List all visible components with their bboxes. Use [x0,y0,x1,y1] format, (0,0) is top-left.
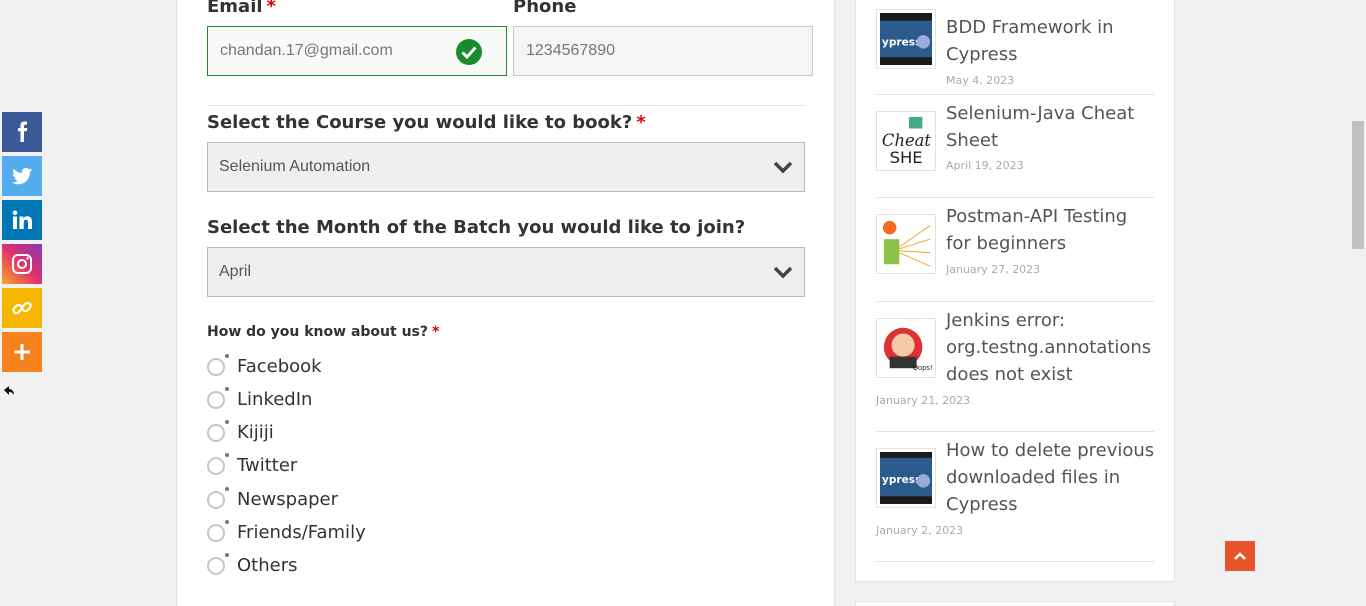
svg-text:Cheat: Cheat [882,131,931,150]
month-select[interactable]: April [207,247,805,297]
post-title[interactable]: How to delete previous downloaded files … [946,437,1156,518]
post-title[interactable]: Jenkins error: org.testng.annotations do… [946,307,1156,388]
post-title[interactable]: Postman-API Testing for beginners [946,203,1156,257]
valid-check-icon [456,39,482,65]
post-item: ypress How to delete previous downloaded… [876,432,1154,562]
post-title[interactable]: BDD Framework in Cypress [946,14,1156,68]
post-thumbnail[interactable]: ypress [876,448,936,508]
radio-button[interactable] [207,353,229,376]
radio-option-twitter[interactable]: Twitter [207,452,297,476]
copy-link-button[interactable] [2,288,42,328]
month-label: Select the Month of the Batch you would … [207,217,746,238]
post-item: ypress BDD Framework in Cypress May 4, 2… [876,9,1154,95]
post-item: Postman-API Testing for beginners Januar… [876,198,1154,302]
svg-text:ypress: ypress [882,474,921,486]
next-widget [855,601,1175,606]
radio-option-others[interactable]: Others [207,552,298,576]
post-item: Cheat SHE Selenium-Java Cheat Sheet April… [876,95,1154,198]
course-label: Select the Course you would like to book… [207,112,646,133]
twitter-icon [12,167,32,185]
copy-link-icon [12,301,32,315]
post-thumbnail[interactable]: Cheat SHE [876,111,936,171]
cheat-sheet-thumbnail-image: CheatSHE [880,115,932,167]
facebook-share-button[interactable] [2,112,42,152]
cypress-thumbnail-image: ypress [880,13,932,65]
booking-form: Email * Phone chandan.17@gmail.com 123456… [176,0,835,606]
chevron-down-icon [773,161,793,174]
radio-button[interactable] [207,552,229,575]
instagram-icon [12,254,32,274]
post-date: January 21, 2023 [876,394,971,407]
post-title[interactable]: Selenium-Java Cheat Sheet [946,100,1156,154]
radio-option-facebook[interactable]: Facebook [207,353,322,377]
jenkins-thumbnail-image: Oops! [880,322,933,374]
radio-button[interactable] [207,486,229,509]
post-date: January 2, 2023 [876,524,964,537]
email-field[interactable]: chandan.17@gmail.com [207,26,507,76]
facebook-icon [18,121,28,142]
back-to-top-button[interactable] [1225,541,1255,571]
chevron-up-icon [1234,552,1246,560]
radio-option-newspaper[interactable]: Newspaper [207,486,338,510]
twitter-share-button[interactable] [2,156,42,196]
radio-button[interactable] [207,519,229,542]
linkedin-icon [12,210,32,229]
cypress-thumbnail-image: ypress [880,452,932,504]
more-share-button[interactable] [2,332,42,372]
divider [207,105,805,106]
radio-button[interactable] [207,452,229,475]
radio-button[interactable] [207,419,229,442]
phone-label: Phone [513,0,577,17]
source-label: How do you know about us? * [207,324,440,340]
post-item: Oops! Jenkins error: org.testng.annotati… [876,302,1154,432]
post-date: May 4, 2023 [946,74,1015,87]
svg-text:ypress: ypress [882,37,921,49]
radio-option-friends-family[interactable]: Friends/Family [207,519,366,543]
chevron-down-icon [773,266,793,279]
instagram-share-button[interactable] [2,244,42,284]
svg-text:Oops!: Oops! [913,364,932,372]
post-thumbnail[interactable]: Oops! [876,318,936,378]
post-thumbnail[interactable]: ypress [876,9,936,69]
more-icon [14,344,30,360]
social-share-bar [2,112,42,376]
linkedin-share-button[interactable] [2,200,42,240]
course-select[interactable]: Selenium Automation [207,142,805,192]
hide-share-bar-icon[interactable] [3,384,15,398]
post-date: April 19, 2023 [946,159,1024,172]
svg-text:SHE: SHE [890,148,923,167]
postman-thumbnail-image [880,218,932,270]
post-thumbnail[interactable] [876,214,936,274]
post-date: January 27, 2023 [946,263,1041,276]
radio-option-kijiji[interactable]: Kijiji [207,419,274,443]
phone-field[interactable]: 1234567890 [513,26,813,76]
radio-button[interactable] [207,386,229,409]
recent-posts-widget: ypress BDD Framework in Cypress May 4, 2… [855,0,1175,582]
radio-option-linkedin[interactable]: LinkedIn [207,386,312,410]
scrollbar-thumb[interactable] [1352,121,1364,249]
email-label: Email * [207,0,276,17]
page-scrollbar[interactable] [1349,0,1366,606]
